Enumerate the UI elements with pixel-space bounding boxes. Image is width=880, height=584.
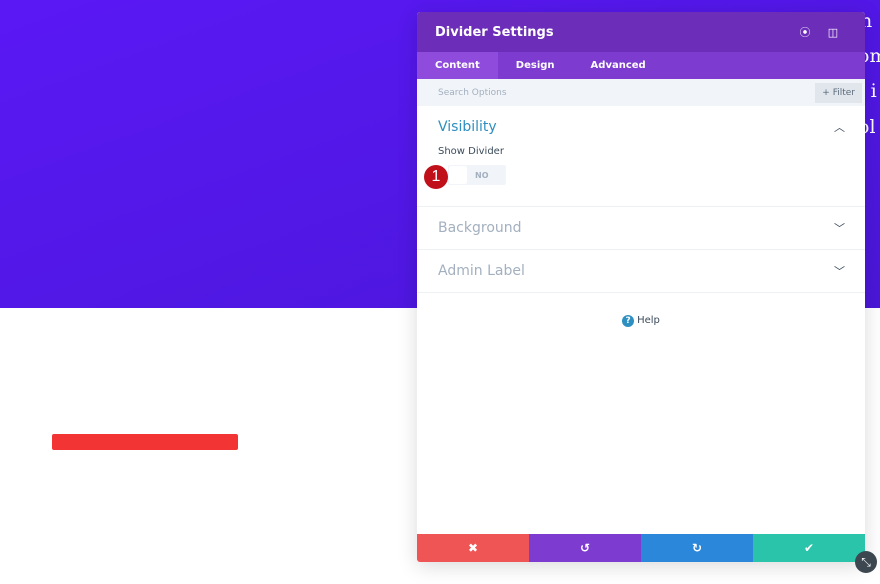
- fullscreen-icon[interactable]: ⦿: [791, 24, 819, 40]
- redo-icon: ↻: [691, 541, 703, 555]
- panel-title: Divider Settings: [435, 24, 554, 40]
- section-visibility-header[interactable]: Visibility: [438, 106, 844, 148]
- filter-button[interactable]: + Filter: [815, 83, 862, 103]
- help-icon: ?: [622, 315, 635, 327]
- help-link[interactable]: ? Help: [417, 315, 865, 327]
- resize-handle-icon[interactable]: ⤡: [855, 551, 877, 573]
- search-placeholder: Search Options: [438, 87, 507, 98]
- section-background[interactable]: Background ﹀: [417, 207, 865, 250]
- tab-content[interactable]: Content: [417, 52, 498, 79]
- divider-module[interactable]: [52, 434, 238, 450]
- chevron-down-icon[interactable]: ﹀: [834, 263, 845, 279]
- undo-button[interactable]: ↺: [529, 534, 641, 562]
- cancel-button[interactable]: ✖: [417, 534, 529, 562]
- tab-design[interactable]: Design: [498, 52, 573, 79]
- close-icon: ✖: [467, 541, 479, 555]
- check-icon: ✔: [803, 541, 815, 555]
- search-options-input[interactable]: Search Options + Filter: [417, 79, 865, 106]
- divider-settings-panel: Divider Settings ⦿ ◫ Content Design Adva…: [417, 12, 865, 562]
- section-admin-label-header[interactable]: Admin Label: [438, 250, 844, 292]
- redo-button[interactable]: ↻: [641, 534, 753, 562]
- show-divider-toggle[interactable]: NO: [448, 165, 506, 185]
- section-visibility: Visibility ︿ Show Divider NO: [417, 106, 865, 207]
- panel-header[interactable]: Divider Settings ⦿ ◫: [417, 12, 865, 52]
- chevron-down-icon[interactable]: ﹀: [834, 220, 845, 236]
- toggle-knob: [449, 166, 467, 184]
- sidebar-toggle-icon[interactable]: ◫: [819, 26, 847, 39]
- section-admin-label[interactable]: Admin Label ﹀: [417, 250, 865, 293]
- save-button[interactable]: ✔: [753, 534, 865, 562]
- help-label: Help: [637, 315, 660, 326]
- show-divider-label: Show Divider: [438, 146, 504, 157]
- tab-advanced[interactable]: Advanced: [573, 52, 664, 79]
- step-badge: 1: [424, 165, 448, 189]
- toggle-value: NO: [475, 170, 489, 180]
- undo-icon: ↺: [579, 541, 591, 555]
- panel-footer: ✖ ↺ ↻ ✔: [417, 534, 865, 562]
- chevron-up-icon[interactable]: ︿: [834, 119, 845, 135]
- section-background-header[interactable]: Background: [438, 207, 844, 249]
- tab-bar: Content Design Advanced: [417, 52, 865, 79]
